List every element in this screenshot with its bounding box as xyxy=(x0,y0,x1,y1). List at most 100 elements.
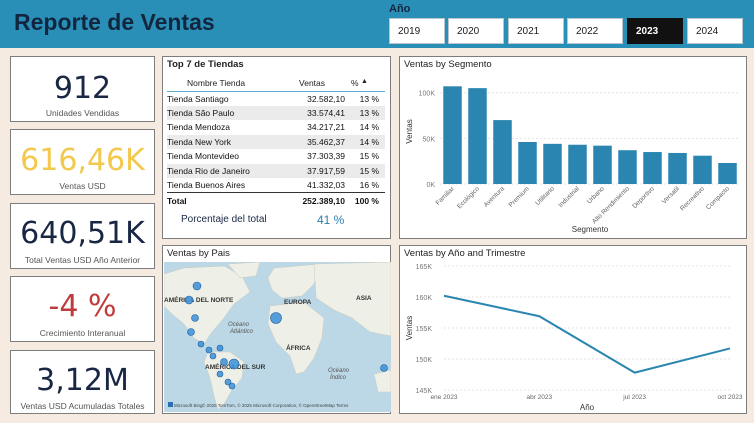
pct-cell: 14 % xyxy=(351,134,385,149)
bar xyxy=(568,144,587,184)
x-tick-label: oct 2023 xyxy=(718,394,743,401)
y-tick-label: 165K xyxy=(416,264,433,271)
country-bubble xyxy=(228,358,240,370)
col-header-store[interactable]: Nombre Tienda xyxy=(167,75,284,92)
kpi-accum-label: Ventas USD Acumuladas Totales xyxy=(20,401,145,411)
kpi-card-units: 912 Unidades Vendidas xyxy=(10,56,155,122)
store-name-cell: Tienda Santiago xyxy=(167,93,229,104)
bing-logo-text: Microsoft Bing xyxy=(174,403,203,408)
country-bubble xyxy=(228,382,236,390)
store-name-cell: Tienda Montevideo xyxy=(167,151,239,162)
segment-chart-panel: Ventas by Segmento 0K 50K 100K Ventas Famili… xyxy=(399,56,747,239)
sales-cell: 32.582,10 xyxy=(307,93,345,104)
year-button-2022[interactable]: 2022 xyxy=(567,18,623,44)
year-filter-label: Año xyxy=(389,3,411,15)
kpi-growth-label: Crecimiento Interanual xyxy=(39,328,126,338)
bar xyxy=(668,152,687,184)
x-tick-label: abr 2023 xyxy=(526,394,552,401)
series-line xyxy=(443,294,731,374)
pct-cell: 13 % xyxy=(359,93,379,104)
x-tick-label: Utilitario xyxy=(534,185,556,207)
country-bubble xyxy=(187,328,195,336)
bar xyxy=(493,120,512,184)
bar xyxy=(443,86,462,184)
pct-total-label: Porcentaje del total xyxy=(181,214,267,225)
map-label: ASIA xyxy=(356,295,372,302)
year-button-2019[interactable]: 2019 xyxy=(389,18,445,44)
kpi-accum-value: 3,12M xyxy=(36,363,129,398)
country-bubble xyxy=(216,370,224,378)
country-bubble xyxy=(209,352,217,360)
top7-table: Nombre Tienda Ventas % ▲ Tienda Santiago… xyxy=(167,75,385,209)
kpi-units-label: Unidades Vendidas xyxy=(45,108,120,118)
bing-logo-icon xyxy=(168,402,173,407)
kpi-card-sales: 616,46K Ventas USD xyxy=(10,129,155,195)
quarter-chart-panel: Ventas by Año and Trimestre 145K 150K 155K… xyxy=(399,245,747,414)
top7-stores-panel: Top 7 de Tiendas Nombre Tienda Ventas % … xyxy=(162,56,391,239)
table-row[interactable]: Tienda Buenos Aires 41.332,03 16 % xyxy=(167,178,385,193)
bar xyxy=(468,88,487,184)
table-row[interactable]: Tienda Santiago 32.582,10 13 % xyxy=(167,91,385,106)
y-tick-label: 100K xyxy=(419,91,436,98)
x-tick-label: Aventura xyxy=(483,185,507,209)
y-tick-label: 160K xyxy=(416,295,433,302)
table-row[interactable]: Tienda Rio de Janeiro 37.917,59 15 % xyxy=(167,163,385,178)
world-map[interactable]: AMÉRICA DEL NORTE EUROPAASIAOcéanoAtlánti… xyxy=(164,262,391,412)
bar xyxy=(643,152,662,184)
x-tick-label: Urbano xyxy=(586,185,606,205)
total-label-cell: Total xyxy=(167,192,284,209)
kpi-growth-value: -4 % xyxy=(48,289,117,324)
kpi-prev-label: Total Ventas USD Año Anterior xyxy=(24,255,141,265)
table-row[interactable]: Tienda Mendoza 34.217,21 14 % xyxy=(167,120,385,135)
total-sales-cell: 252.389,10 xyxy=(283,192,351,209)
year-button-2024[interactable]: 2024 xyxy=(687,18,743,44)
country-map-panel: Ventas by Pais AMÉRICA DEL NORTE EUROPA AS… xyxy=(162,245,391,414)
x-tick-label: Industrial xyxy=(557,185,581,209)
table-row[interactable]: Tienda São Paulo 33.574,41 13 % xyxy=(167,105,385,120)
table-row[interactable]: Tienda New York 35.462,37 14 % xyxy=(167,134,385,149)
map-label: ÁFRICA xyxy=(286,343,311,352)
pct-cell: 14 % xyxy=(359,122,379,133)
pct-cell: 15 % xyxy=(351,163,385,178)
pct-cell: 13 % xyxy=(351,105,385,120)
x-tick-label: Versatil xyxy=(661,185,681,205)
sales-cell: 37.917,59 xyxy=(283,163,351,178)
country-bubble xyxy=(380,364,388,372)
country-bubble xyxy=(184,295,194,305)
year-button-2020[interactable]: 2020 xyxy=(448,18,504,44)
col-header-sales[interactable]: Ventas xyxy=(283,75,351,92)
y-tick-label: 150K xyxy=(416,357,433,364)
country-bubble xyxy=(220,358,228,366)
table-row[interactable]: Tienda Montevideo 37.303,39 15 % xyxy=(167,149,385,164)
col-header-pct[interactable]: % ▲ xyxy=(351,75,385,92)
x-tick-label: Familiar xyxy=(435,185,457,207)
x-axis-label: Año xyxy=(580,403,595,412)
x-tick-label: Recreativo xyxy=(679,185,706,212)
bar xyxy=(593,145,612,184)
sales-cell: 34.217,21 xyxy=(307,122,345,133)
pct-cell: 15 % xyxy=(359,151,379,162)
country-bubble xyxy=(216,344,224,352)
map-label: Océano xyxy=(228,322,250,328)
bar xyxy=(518,142,537,184)
bar xyxy=(693,155,712,184)
map-attribution: © 2025 TomTom, © 2025 Microsoft Corporat… xyxy=(202,402,349,408)
segment-bar-chart: 0K 50K 100K Ventas Familiar Ecológico Aventura… xyxy=(405,86,740,234)
y-tick-label: 0K xyxy=(426,182,435,189)
country-bubble xyxy=(197,340,205,348)
x-tick-label: Premium xyxy=(508,185,531,208)
sales-cell: 41.332,03 xyxy=(307,180,345,190)
y-axis-label: Ventas xyxy=(405,316,414,340)
pct-total-value: 41 % xyxy=(317,213,345,227)
store-name-cell: Tienda Rio de Janeiro xyxy=(167,163,284,178)
year-button-2023[interactable]: 2023 xyxy=(627,18,683,44)
x-tick-label: Compacto xyxy=(705,185,731,211)
year-button-2021[interactable]: 2021 xyxy=(508,18,564,44)
sales-cell: 35.462,37 xyxy=(283,134,351,149)
bar xyxy=(618,150,637,184)
y-tick-label: 50K xyxy=(423,136,436,143)
x-tick-label: Ecológico xyxy=(456,185,481,210)
map-label: Océano xyxy=(328,368,350,374)
kpi-sales-value: 616,46K xyxy=(20,143,145,178)
bar xyxy=(543,143,562,184)
